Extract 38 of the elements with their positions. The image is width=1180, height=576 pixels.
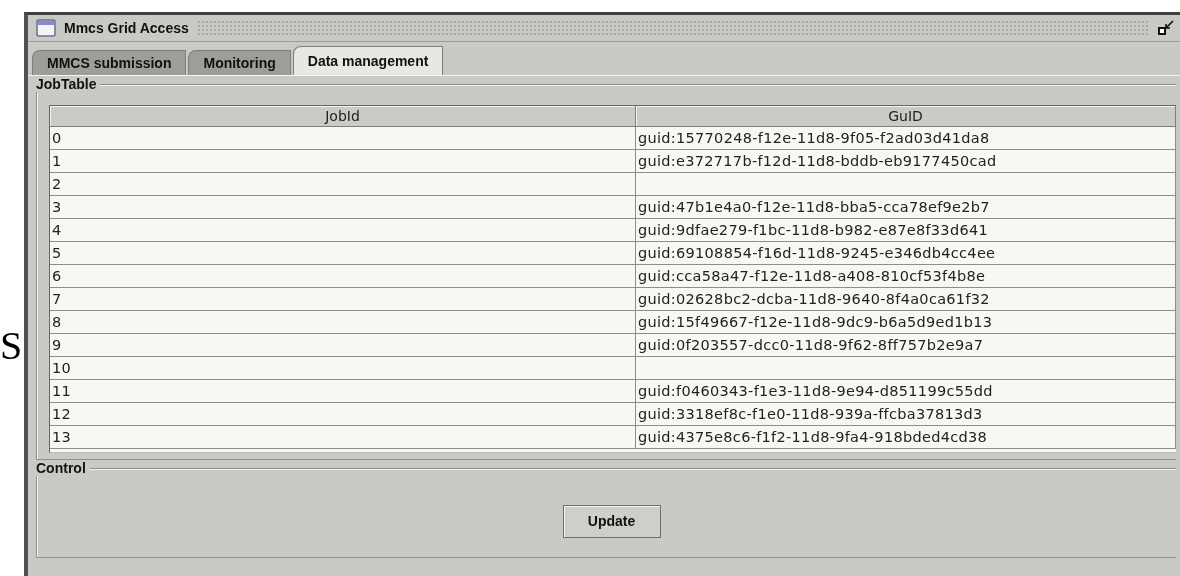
table-cell: guid:02628bc2-dcba-11d8-9640-8f4a0ca61f32 [636,288,1176,311]
table-cell: 8 [50,311,636,334]
window-icon [36,19,56,37]
tab[interactable]: Data management [292,46,444,75]
update-button[interactable]: Update [562,504,661,538]
restore-icon[interactable] [1158,20,1174,36]
table-cell: 5 [50,242,636,265]
table-cell: guid:0f203557-dcc0-11d8-9f62-8ff757b2e9a7 [636,334,1176,357]
table-cell: 0 [50,127,636,150]
table-cell: guid:f0460343-f1e3-11d8-9e94-d851199c55dd [636,380,1176,403]
table-cell: guid:4375e8c6-f1f2-11d8-9fa4-918bded4cd38 [636,426,1176,449]
tab[interactable]: Monitoring [188,50,291,75]
table-cell: guid:15770248-f12e-11d8-9f05-f2ad03d41da8 [636,127,1176,150]
table-cell: guid:15f49667-f12e-11d8-9dc9-b6a5d9ed1b13 [636,311,1176,334]
table-cell: 4 [50,219,636,242]
table-cell: guid:9dfae279-f1bc-11d8-b982-e87e8f33d641 [636,219,1176,242]
column-header[interactable]: JobId [50,106,636,127]
group-title: JobTable [36,76,101,92]
column-header[interactable]: GuID [636,106,1176,127]
table-cell: guid:47b1e4a0-f12e-11d8-bba5-cca78ef9e2b7 [636,196,1176,219]
table-cell: guid:3318ef8c-f1e0-11d8-939a-ffcba37813d3 [636,403,1176,426]
table-cell: 7 [50,288,636,311]
table-cell: 11 [50,380,636,403]
table-cell: 3 [50,196,636,219]
table-cell: 6 [50,265,636,288]
table-cell: 10 [50,357,636,380]
table-cell: 2 [50,173,636,196]
table-cell: guid:cca58a47-f12e-11d8-a408-810cf53f4b8e [636,265,1176,288]
table-cell: guid:e372717b-f12d-11d8-bddb-eb9177450cad [636,150,1176,173]
table-cell: 9 [50,334,636,357]
table-cell: 1 [50,150,636,173]
table-cell: guid:69108854-f16d-11d8-9245-e346db4cc4ee [636,242,1176,265]
tab[interactable]: MMCS submission [32,50,187,75]
window-title: Mmcs Grid Access [64,20,189,36]
group-title: Control [36,460,90,476]
table-cell: 13 [50,426,636,449]
table-cell: 12 [50,403,636,426]
page-letter: S [0,326,23,366]
